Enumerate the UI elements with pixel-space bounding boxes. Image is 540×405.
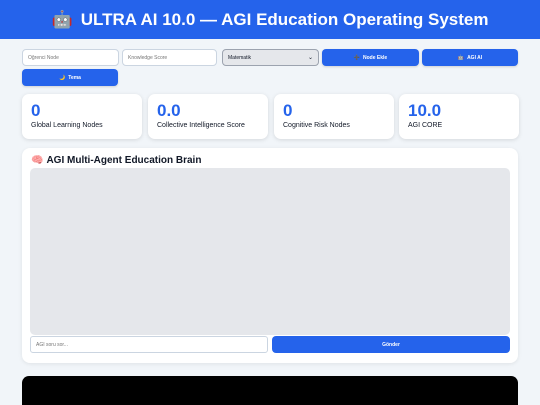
add-node-label: Node Ekle — [363, 54, 388, 61]
student-node-field[interactable] — [22, 49, 119, 66]
chevron-down-icon: ⌄ — [307, 55, 313, 61]
agi-ai-button[interactable]: 🤖 AGI AI — [422, 49, 518, 66]
stat-label: AGI CORE — [408, 122, 443, 129]
knowledge-score-input[interactable] — [128, 54, 216, 61]
dark-panel — [22, 376, 518, 405]
ask-field[interactable] — [30, 336, 268, 353]
stat-card-global-nodes: 0 Global Learning Nodes — [22, 94, 142, 139]
ask-input[interactable] — [36, 341, 267, 348]
brain-title: 🧠 AGI Multi-Agent Education Brain — [31, 155, 201, 166]
robot-small-icon: 🤖 — [457, 54, 465, 61]
send-button[interactable]: Gönder — [272, 336, 510, 353]
brain-output-area[interactable] — [30, 168, 510, 335]
stat-card-collective-score: 0.0 Collective Intelligence Score — [148, 94, 268, 139]
stat-value: 0 — [283, 101, 293, 120]
stat-value: 0 — [31, 101, 41, 120]
brain-title-text: AGI Multi-Agent Education Brain — [46, 155, 202, 166]
stat-label: Cognitive Risk Nodes — [283, 122, 350, 129]
subject-select[interactable]: Matematik ⌄ — [222, 49, 319, 66]
page-title: ULTRA AI 10.0 — AGI Education Operating … — [80, 9, 489, 29]
agi-ai-label: AGI AI — [467, 54, 483, 61]
agi-brain-panel: 🧠 AGI Multi-Agent Education Brain Gönder — [22, 148, 518, 363]
stat-label: Global Learning Nodes — [31, 122, 103, 129]
student-node-input[interactable] — [28, 54, 118, 61]
add-node-icon: ➕ — [353, 54, 361, 61]
stat-label: Collective Intelligence Score — [157, 122, 245, 129]
theme-button[interactable]: 🌙 Tema — [22, 69, 118, 86]
theme-label: Tema — [68, 74, 81, 81]
subject-select-value: Matematik — [228, 54, 252, 61]
app-header: 🤖 ULTRA AI 10.0 — AGI Education Operatin… — [0, 0, 540, 39]
stat-value: 0.0 — [157, 101, 181, 120]
stat-card-agi-core: 10.0 AGI CORE — [399, 94, 519, 139]
add-node-button[interactable]: ➕ Node Ekle — [322, 49, 419, 66]
stat-card-risk-nodes: 0 Cognitive Risk Nodes — [274, 94, 394, 139]
moon-icon: 🌙 — [59, 74, 66, 81]
knowledge-score-field[interactable] — [122, 49, 217, 66]
robot-icon: 🤖 — [51, 9, 73, 29]
stat-value: 10.0 — [408, 101, 442, 120]
brain-icon: 🧠 — [31, 155, 44, 166]
